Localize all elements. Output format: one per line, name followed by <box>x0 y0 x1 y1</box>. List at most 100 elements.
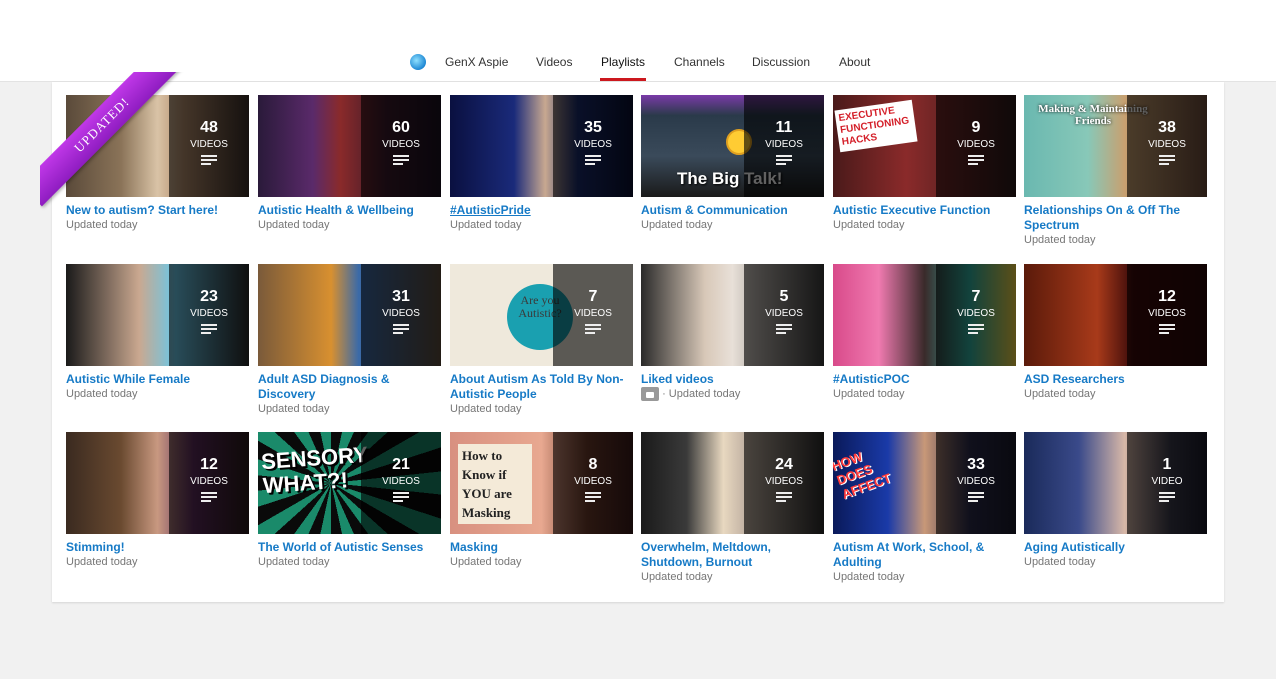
playlist-updated: Updated today <box>641 571 713 583</box>
playlist-thumbnail[interactable]: SENSORY WHAT?! 21 VIDEOS <box>258 432 441 534</box>
channel-name-link[interactable]: GenX Aspie <box>445 55 508 69</box>
playlist-updated: Updated today <box>66 219 138 231</box>
video-count-overlay: 23 VIDEOS <box>169 264 249 366</box>
playlist-thumbnail[interactable]: Are you Autistic? 7 VIDEOS <box>450 264 633 366</box>
playlist-icon <box>968 155 984 167</box>
video-count-overlay: 21 VIDEOS <box>361 432 441 534</box>
video-count-overlay: 1 VIDEO <box>1127 432 1207 534</box>
video-count: 8 <box>588 456 598 473</box>
playlist-thumbnail[interactable]: 5 VIDEOS <box>641 264 824 366</box>
playlist-card[interactable]: 12 VIDEOS ASD Researchers Updated today <box>1024 264 1207 401</box>
playlist-title[interactable]: Stimming! <box>66 540 249 555</box>
tab-discussion[interactable]: Discussion <box>752 55 810 69</box>
playlist-title[interactable]: Autism & Communication <box>641 203 824 218</box>
video-count-label: VIDEOS <box>574 139 612 150</box>
channel-nav-bar: GenX Aspie Videos Playlists Channels Dis… <box>0 42 1276 82</box>
playlist-title[interactable]: Adult ASD Diagnosis & Discovery <box>258 372 441 402</box>
playlist-thumbnail[interactable]: 48 VIDEOS <box>66 95 249 197</box>
playlist-card[interactable]: 5 VIDEOS Liked videos · Updated today <box>641 264 824 402</box>
video-count-label: VIDEOS <box>957 476 995 487</box>
playlist-icon <box>393 324 409 336</box>
playlist-card[interactable]: EXECUTIVE FUNCTIONING HACKS 9 VIDEOS Aut… <box>833 95 1016 232</box>
playlist-icon <box>968 492 984 504</box>
playlist-title[interactable]: Liked videos <box>641 372 824 387</box>
playlist-updated: Updated today <box>833 388 905 400</box>
playlist-card[interactable]: HOW DOES AFFECT 33 VIDEOS Autism At Work… <box>833 432 1016 584</box>
playlist-title[interactable]: Autistic Executive Function <box>833 203 1016 218</box>
playlist-thumbnail[interactable]: HOW DOES AFFECT 33 VIDEOS <box>833 432 1016 534</box>
tab-videos[interactable]: Videos <box>536 55 572 69</box>
playlist-title[interactable]: Aging Autistically <box>1024 540 1207 555</box>
video-count-overlay: 60 VIDEOS <box>361 95 441 197</box>
playlist-thumbnail[interactable]: 12 VIDEOS <box>1024 264 1207 366</box>
playlist-icon <box>1159 155 1175 167</box>
video-count: 24 <box>775 456 793 473</box>
playlist-updated: Updated today <box>66 388 138 400</box>
playlist-icon <box>585 155 601 167</box>
playlist-title[interactable]: Autistic While Female <box>66 372 249 387</box>
tab-playlists[interactable]: Playlists <box>601 55 645 69</box>
video-count-label: VIDEOS <box>190 308 228 319</box>
playlist-thumbnail[interactable]: 24 VIDEOS <box>641 432 824 534</box>
video-count-label: VIDEOS <box>957 308 995 319</box>
video-count: 23 <box>200 288 218 305</box>
video-count: 35 <box>584 119 602 136</box>
playlist-title[interactable]: ASD Researchers <box>1024 372 1207 387</box>
video-count-label: VIDEO <box>1151 476 1183 487</box>
playlist-thumbnail[interactable]: The Big Talk! 11 VIDEOS <box>641 95 824 197</box>
playlist-card[interactable]: 24 VIDEOS Overwhelm, Meltdown, Shutdown,… <box>641 432 824 584</box>
playlist-card[interactable]: 31 VIDEOS Adult ASD Diagnosis & Discover… <box>258 264 441 416</box>
playlist-card[interactable]: The Big Talk! 11 VIDEOS Autism & Communi… <box>641 95 824 232</box>
playlist-thumbnail[interactable]: EXECUTIVE FUNCTIONING HACKS 9 VIDEOS <box>833 95 1016 197</box>
playlist-title[interactable]: Autistic Health & Wellbeing <box>258 203 441 218</box>
playlist-card[interactable]: Are you Autistic? 7 VIDEOS About Autism … <box>450 264 633 416</box>
channel-avatar-icon[interactable] <box>410 54 426 70</box>
playlist-thumbnail[interactable]: Making & Maintaining Friends 38 VIDEOS <box>1024 95 1207 197</box>
playlist-updated: Updated today <box>258 403 330 415</box>
playlist-title[interactable]: Autism At Work, School, & Adulting <box>833 540 1016 570</box>
playlist-title[interactable]: #AutisticPOC <box>833 372 1016 387</box>
video-count-label: VIDEOS <box>382 139 420 150</box>
playlist-thumbnail[interactable]: 35 VIDEOS <box>450 95 633 197</box>
playlist-thumbnail[interactable]: 60 VIDEOS <box>258 95 441 197</box>
playlist-title[interactable]: Overwhelm, Meltdown, Shutdown, Burnout <box>641 540 824 570</box>
playlist-thumbnail[interactable]: 1 VIDEO <box>1024 432 1207 534</box>
playlist-thumbnail[interactable]: 31 VIDEOS <box>258 264 441 366</box>
playlist-card[interactable]: 1 VIDEO Aging Autistically Updated today <box>1024 432 1207 569</box>
playlist-icon <box>776 324 792 336</box>
video-count-overlay: 12 VIDEOS <box>169 432 249 534</box>
playlist-updated: Updated today <box>833 219 905 231</box>
playlist-icon <box>776 155 792 167</box>
playlist-thumbnail[interactable]: 12 VIDEOS <box>66 432 249 534</box>
playlist-title[interactable]: Masking <box>450 540 633 555</box>
video-count-overlay: 9 VIDEOS <box>936 95 1016 197</box>
playlist-thumbnail[interactable]: 23 VIDEOS <box>66 264 249 366</box>
playlist-thumbnail[interactable]: 7 VIDEOS <box>833 264 1016 366</box>
playlist-card[interactable]: 7 VIDEOS #AutisticPOC Updated today <box>833 264 1016 401</box>
tab-about[interactable]: About <box>839 55 870 69</box>
playlist-card[interactable]: How to Know if YOU are Masking 8 VIDEOS … <box>450 432 633 569</box>
playlist-title[interactable]: #AutisticPride <box>450 203 633 218</box>
playlist-card[interactable]: 35 VIDEOS #AutisticPride Updated today <box>450 95 633 232</box>
tab-channels[interactable]: Channels <box>674 55 725 69</box>
playlist-card[interactable]: 48 VIDEOS New to autism? Start here! Upd… <box>66 95 249 232</box>
top-spacer <box>0 0 1276 42</box>
playlist-card[interactable]: 60 VIDEOS Autistic Health & Wellbeing Up… <box>258 95 441 232</box>
video-count-label: VIDEOS <box>574 476 612 487</box>
playlist-card[interactable]: Making & Maintaining Friends 38 VIDEOS R… <box>1024 95 1207 247</box>
playlist-title[interactable]: The World of Autistic Senses <box>258 540 441 555</box>
playlist-title[interactable]: New to autism? Start here! <box>66 203 249 218</box>
playlist-thumbnail[interactable]: How to Know if YOU are Masking 8 VIDEOS <box>450 432 633 534</box>
playlist-title[interactable]: Relationships On & Off The Spectrum <box>1024 203 1207 233</box>
playlist-card[interactable]: 23 VIDEOS Autistic While Female Updated … <box>66 264 249 401</box>
playlist-card[interactable]: SENSORY WHAT?! 21 VIDEOS The World of Au… <box>258 432 441 569</box>
video-count-overlay: 31 VIDEOS <box>361 264 441 366</box>
playlist-card[interactable]: 12 VIDEOS Stimming! Updated today <box>66 432 249 569</box>
playlist-updated: Updated today <box>1024 388 1096 400</box>
playlist-title[interactable]: About Autism As Told By Non-Autistic Peo… <box>450 372 633 402</box>
video-count: 33 <box>967 456 985 473</box>
video-count-label: VIDEOS <box>382 476 420 487</box>
video-count-label: VIDEOS <box>957 139 995 150</box>
playlist-icon <box>201 155 217 167</box>
video-count-label: VIDEOS <box>765 139 803 150</box>
